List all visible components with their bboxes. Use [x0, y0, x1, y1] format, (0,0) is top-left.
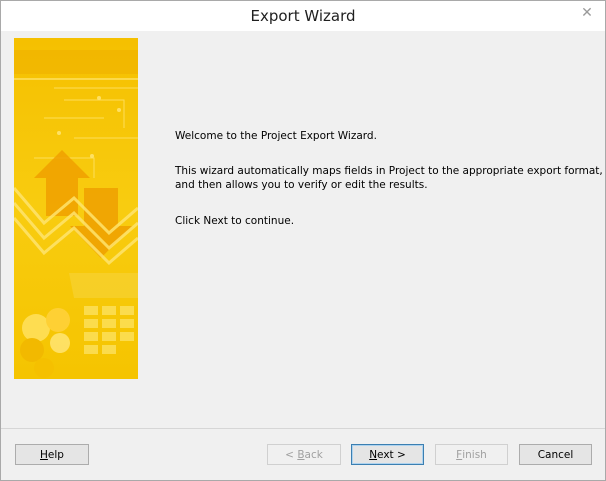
- back-prefix: <: [285, 448, 298, 461]
- title-bar: Export Wizard ✕: [1, 1, 605, 31]
- help-button[interactable]: Help: [15, 444, 89, 465]
- wizard-side-illustration: [14, 38, 138, 379]
- next-label-rest: ext >: [377, 448, 406, 461]
- wizard-art-svg: [14, 38, 138, 379]
- window-title: Export Wizard: [250, 7, 356, 25]
- close-button[interactable]: ✕: [575, 4, 599, 22]
- help-mnemonic: H: [40, 448, 48, 461]
- cancel-label: Cancel: [537, 448, 574, 461]
- help-label-rest: elp: [47, 448, 64, 461]
- back-label-rest: ack: [304, 448, 323, 461]
- next-mnemonic: N: [369, 448, 378, 461]
- back-button[interactable]: < Back: [267, 444, 341, 465]
- description-line-1: This wizard automatically maps fields in…: [175, 165, 603, 177]
- footer-separator: [1, 428, 605, 429]
- next-button[interactable]: Next >: [351, 444, 424, 465]
- export-wizard-window: Export Wizard ✕ Welcome to the Project E…: [0, 0, 606, 481]
- instruction-text: Click Next to continue.: [175, 215, 295, 227]
- cancel-button[interactable]: Cancel: [519, 444, 592, 465]
- description-line-2: and then allows you to verify or edit th…: [175, 179, 428, 191]
- welcome-text: Welcome to the Project Export Wizard.: [175, 130, 377, 142]
- finish-label-rest: inish: [462, 448, 487, 461]
- description-text: This wizard automatically maps fields in…: [175, 164, 603, 192]
- finish-button[interactable]: Finish: [435, 444, 508, 465]
- back-mnemonic: B: [297, 448, 305, 461]
- close-icon: ✕: [581, 5, 593, 21]
